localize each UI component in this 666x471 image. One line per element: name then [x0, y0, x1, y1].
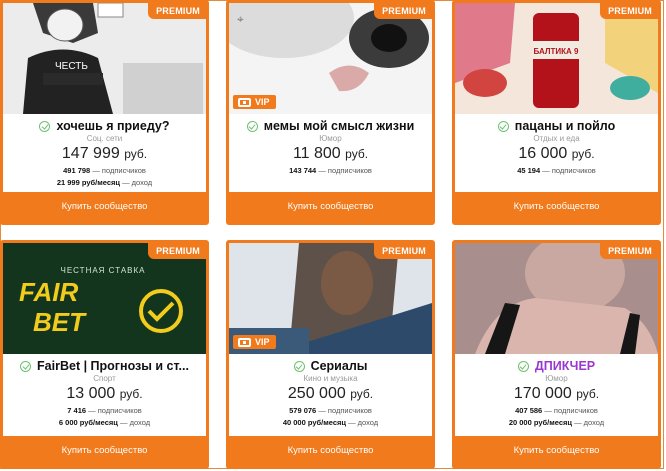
community-title[interactable]: хочешь я приеду? [56, 119, 169, 133]
verified-icon [39, 120, 51, 132]
vip-badge: VIP [233, 95, 276, 109]
community-image[interactable] [455, 243, 658, 354]
verified-icon [293, 360, 305, 372]
buy-community-button[interactable]: Купить сообщество [3, 436, 206, 466]
premium-badge: PREMIUM [374, 243, 432, 259]
anime-beer-image: БАЛТИКА 9 [455, 3, 658, 114]
income-stat: 21 999 руб/месяц — доход [56, 178, 153, 187]
verified-icon [246, 120, 258, 132]
price: 11 800 руб. [292, 145, 369, 162]
community-title[interactable]: FairBet | Прогнозы и ст... [37, 359, 189, 373]
community-title[interactable]: мемы мой смысл жизни [264, 119, 415, 133]
ticket-icon [238, 97, 251, 107]
svg-text:BET: BET [33, 307, 87, 337]
premium-badge: PREMIUM [148, 243, 206, 259]
category-label: Юмор [319, 134, 342, 143]
buy-community-button[interactable]: Купить сообщество [455, 192, 658, 222]
buy-community-button[interactable]: Купить сообщество [229, 192, 432, 222]
buy-community-button[interactable]: Купить сообщество [229, 436, 432, 466]
community-card[interactable]: ⌖ PREMIUM VIP мемы мой смысл жизни Юмор … [226, 0, 435, 225]
vip-badge: VIP [233, 335, 276, 349]
price: 170 000 руб. [513, 385, 600, 402]
buy-community-button[interactable]: Купить сообщество [455, 436, 658, 466]
community-title[interactable]: ДПИКЧЕР [535, 359, 595, 373]
buy-community-button[interactable]: Купить сообщество [3, 192, 206, 222]
community-card[interactable]: БАЛТИКА 9 PREMIUM пацаны и пойло Отдых и… [452, 0, 661, 225]
ticket-icon [238, 337, 251, 347]
community-image[interactable]: БАЛТИКА 9 [455, 3, 658, 114]
subscribers-stat: 45 194 — подписчиков [517, 166, 596, 175]
premium-badge: PREMIUM [148, 3, 206, 19]
fairbet-logo-text: FAIR [19, 277, 78, 307]
income-stat: 40 000 руб/месяц — доход [282, 418, 379, 427]
fairbet-logo-image: ЧЕСТНАЯ СТАВКА FAIR BET [3, 243, 206, 354]
community-image[interactable]: ЧЕСТЬ [3, 3, 206, 114]
community-card[interactable]: ЧЕСТНАЯ СТАВКА FAIR BET PREMIUM FairBet … [0, 240, 209, 469]
portrait-image [455, 243, 658, 354]
premium-badge: PREMIUM [374, 3, 432, 19]
community-card[interactable]: PREMIUM VIP Сериалы Кино и музыка 250 00… [226, 240, 435, 469]
verified-icon [20, 360, 32, 372]
price: 147 999 руб. [61, 145, 148, 162]
income-stat: 20 000 руб/месяц — доход [508, 418, 605, 427]
pin-icon: ⌖ [237, 12, 244, 26]
community-title[interactable]: Сериалы [311, 359, 368, 373]
category-label: Спорт [93, 374, 116, 383]
subscribers-stat: 407 586 — подписчиков [515, 406, 598, 415]
category-label: Соц. сети [86, 134, 123, 143]
subscribers-stat: 579 076 — подписчиков [289, 406, 372, 415]
community-card[interactable]: ЧЕСТЬ PREMIUM хочешь я приеду? Соц. сети… [0, 0, 209, 225]
verified-icon [497, 120, 509, 132]
anime-boy-image: ЧЕСТЬ [3, 3, 206, 114]
category-label: Отдых и еда [533, 134, 580, 143]
income-stat: 6 000 руб/месяц — доход [58, 418, 151, 427]
subscribers-stat: 7 416 — подписчиков [67, 406, 142, 415]
svg-text:ЧЕСТЬ: ЧЕСТЬ [55, 61, 88, 72]
category-label: Кино и музыка [303, 374, 358, 383]
premium-badge: PREMIUM [600, 243, 658, 259]
verified-icon [517, 360, 529, 372]
community-title[interactable]: пацаны и пойло [515, 119, 615, 133]
price: 250 000 руб. [287, 385, 374, 402]
price: 16 000 руб. [518, 145, 595, 162]
subscribers-stat: 143 744 — подписчиков [289, 166, 372, 175]
price: 13 000 руб. [66, 385, 143, 402]
subscribers-stat: 491 798 — подписчиков [63, 166, 146, 175]
community-card[interactable]: PREMIUM ДПИКЧЕР Юмор 170 000 руб. 407 58… [452, 240, 661, 469]
category-label: Юмор [545, 374, 568, 383]
community-image[interactable]: ЧЕСТНАЯ СТАВКА FAIR BET [3, 243, 206, 354]
premium-badge: PREMIUM [600, 3, 658, 19]
svg-text:БАЛТИКА 9: БАЛТИКА 9 [534, 47, 579, 56]
svg-text:ЧЕСТНАЯ СТАВКА: ЧЕСТНАЯ СТАВКА [61, 266, 146, 275]
